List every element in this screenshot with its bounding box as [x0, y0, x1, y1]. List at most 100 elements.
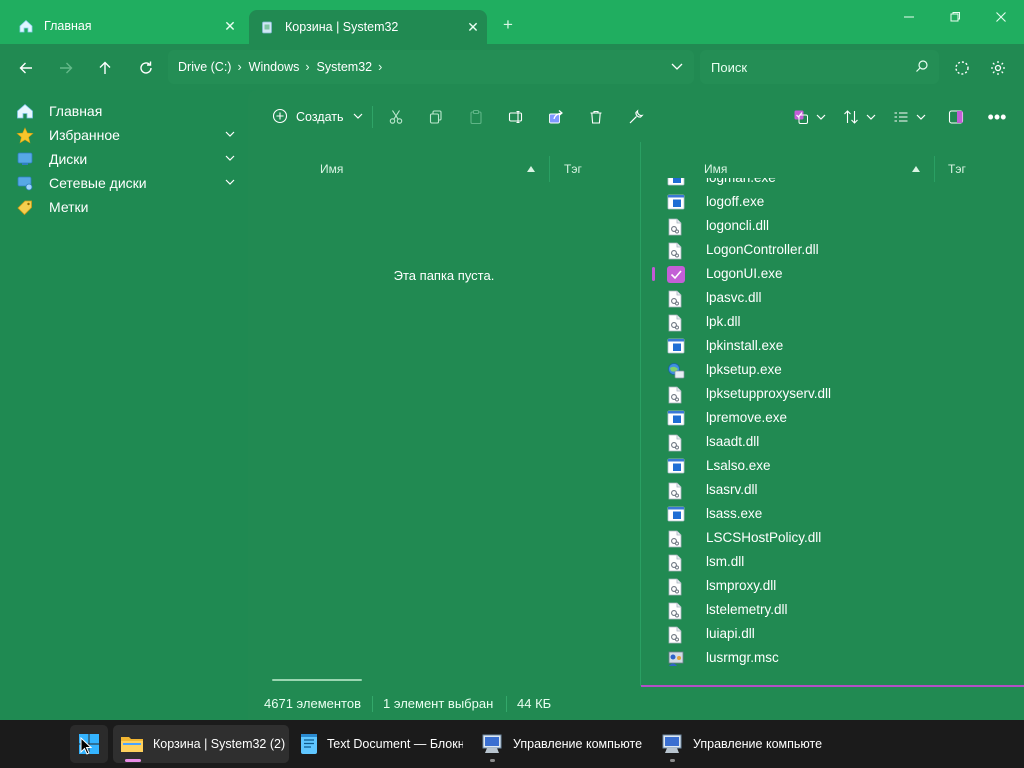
file-row[interactable]: LogonUI.exe: [641, 262, 1024, 286]
file-row[interactable]: lpksetup.exe: [641, 358, 1024, 382]
more-icon: •••: [987, 106, 1007, 127]
column-divider[interactable]: [549, 156, 550, 182]
selection-indicator: [652, 267, 655, 281]
column-name-header[interactable]: Имя: [704, 162, 727, 176]
new-tab-button[interactable]: +: [498, 15, 518, 35]
home-icon: [14, 102, 36, 120]
address-bar[interactable]: Drive (C:) › Windows › System32 ›: [168, 50, 694, 84]
file-row[interactable]: lpremove.exe: [641, 406, 1024, 430]
preview-pane-button[interactable]: [945, 106, 967, 128]
share-button[interactable]: [545, 106, 567, 128]
file-row[interactable]: lusrmgr.msc: [641, 646, 1024, 670]
dll-file-icon: [667, 602, 685, 620]
maximize-button[interactable]: [932, 4, 978, 30]
create-button[interactable]: Создать: [272, 106, 364, 128]
setup-file-icon: [667, 362, 685, 379]
sidebar-item-tags[interactable]: Метки: [14, 195, 242, 219]
file-row[interactable]: lsmproxy.dll: [641, 574, 1024, 598]
delete-button[interactable]: [585, 106, 607, 128]
file-row[interactable]: lpksetupproxyserv.dll: [641, 382, 1024, 406]
chevron-down-icon[interactable]: [224, 151, 236, 167]
cut-button[interactable]: [385, 106, 407, 128]
file-row[interactable]: lsasrv.dll: [641, 478, 1024, 502]
file-name: lsaadt.dll: [706, 434, 760, 449]
up-button[interactable]: [92, 55, 118, 81]
file-row[interactable]: lstelemetry.dll: [641, 598, 1024, 622]
minimize-button[interactable]: [886, 4, 932, 30]
search-icon[interactable]: [915, 59, 929, 76]
search-input[interactable]: Поиск: [700, 50, 939, 84]
back-button[interactable]: [13, 55, 39, 81]
chevron-down-icon[interactable]: [670, 59, 684, 76]
dll-file-icon: [667, 434, 685, 452]
settings-button[interactable]: [985, 55, 1011, 81]
breadcrumb-windows[interactable]: Windows ›: [249, 60, 317, 74]
tab-home[interactable]: Главная ✕: [8, 10, 244, 42]
taskbar-app-label: Text Document — Блокн: [327, 737, 463, 751]
file-name: lsasrv.dll: [706, 482, 758, 497]
star-icon: [14, 126, 36, 144]
sort-ascending-icon[interactable]: [526, 163, 536, 177]
close-tab-icon[interactable]: ✕: [216, 18, 244, 35]
layout-button[interactable]: [890, 106, 930, 128]
file-row[interactable]: logman.exe: [641, 178, 1024, 190]
more-options-button[interactable]: •••: [986, 106, 1008, 128]
exe-file-icon: [667, 410, 685, 427]
selection-options-button[interactable]: [790, 106, 830, 128]
close-window-button[interactable]: [978, 4, 1024, 30]
status-center-button[interactable]: [949, 55, 975, 81]
sort-button[interactable]: [840, 106, 880, 128]
copy-button[interactable]: [425, 106, 447, 128]
file-row[interactable]: LogonController.dll: [641, 238, 1024, 262]
taskbar-app-notepad[interactable]: Text Document — Блокн: [293, 725, 463, 763]
forward-button[interactable]: [53, 55, 79, 81]
file-name: lpremove.exe: [706, 410, 788, 425]
sidebar-item-network-drives[interactable]: Сетевые диски: [14, 171, 242, 195]
chevron-right-icon: ›: [305, 60, 310, 74]
refresh-button[interactable]: [133, 55, 159, 81]
file-row[interactable]: lsass.exe: [641, 502, 1024, 526]
arrow-right-icon: [60, 62, 73, 74]
column-header: Имя Тэг: [248, 154, 640, 184]
file-row[interactable]: lpasvc.dll: [641, 286, 1024, 310]
checkbox-checked-icon[interactable]: [667, 266, 685, 283]
taskbar-app-computer-management[interactable]: Управление компьюте: [473, 725, 649, 763]
column-name-header[interactable]: Имя: [320, 162, 343, 176]
file-row[interactable]: logoff.exe: [641, 190, 1024, 214]
breadcrumb-drive[interactable]: Drive (C:) ›: [178, 60, 249, 74]
sidebar-item-favorites[interactable]: Избранное: [14, 123, 242, 147]
horizontal-scrollbar[interactable]: [272, 679, 362, 681]
rename-button[interactable]: [505, 106, 527, 128]
taskbar-app-files[interactable]: Корзина | System32 (2): [113, 725, 289, 763]
column-tag-header[interactable]: Тэг: [948, 162, 966, 176]
taskbar-app-computer-management[interactable]: Управление компьюте: [653, 725, 829, 763]
file-row[interactable]: luiapi.dll: [641, 622, 1024, 646]
empty-folder-message: Эта папка пуста.: [393, 268, 495, 283]
sort-ascending-icon[interactable]: [911, 163, 921, 177]
column-tag-header[interactable]: Тэг: [564, 162, 582, 176]
paste-button[interactable]: [465, 106, 487, 128]
file-row[interactable]: lpk.dll: [641, 310, 1024, 334]
running-indicator: [490, 759, 495, 762]
status-bar: 4671 элементов 1 элемент выбран 44 КБ: [248, 686, 1024, 720]
tab-system32[interactable]: Корзина | System32 ✕: [249, 10, 487, 44]
file-row[interactable]: LSCSHostPolicy.dll: [641, 526, 1024, 550]
left-pane[interactable]: Имя Тэг Эта папка пуста.: [248, 142, 640, 686]
arrow-left-icon: [19, 62, 32, 74]
exe-file-icon: [667, 338, 685, 355]
sidebar-item-home[interactable]: Главная: [14, 99, 242, 123]
file-name: lsm.dll: [706, 554, 745, 569]
file-row[interactable]: lsaadt.dll: [641, 430, 1024, 454]
file-row[interactable]: Lsalso.exe: [641, 454, 1024, 478]
chevron-down-icon[interactable]: [224, 127, 236, 143]
sidebar-item-drives[interactable]: Диски: [14, 147, 242, 171]
file-row[interactable]: lsm.dll: [641, 550, 1024, 574]
chevron-down-icon[interactable]: [224, 175, 236, 191]
close-tab-icon[interactable]: ✕: [459, 19, 487, 36]
main-content: Создать ••• Имя Тэг Эта папка пуста. Имя…: [248, 90, 1024, 720]
file-row[interactable]: logoncli.dll: [641, 214, 1024, 238]
breadcrumb-system32[interactable]: System32 ›: [317, 60, 390, 74]
file-row[interactable]: lpkinstall.exe: [641, 334, 1024, 358]
right-pane[interactable]: Имя Тэг logman.exe logoff.exe logoncli.dll…: [640, 142, 1024, 687]
properties-button[interactable]: [625, 106, 647, 128]
